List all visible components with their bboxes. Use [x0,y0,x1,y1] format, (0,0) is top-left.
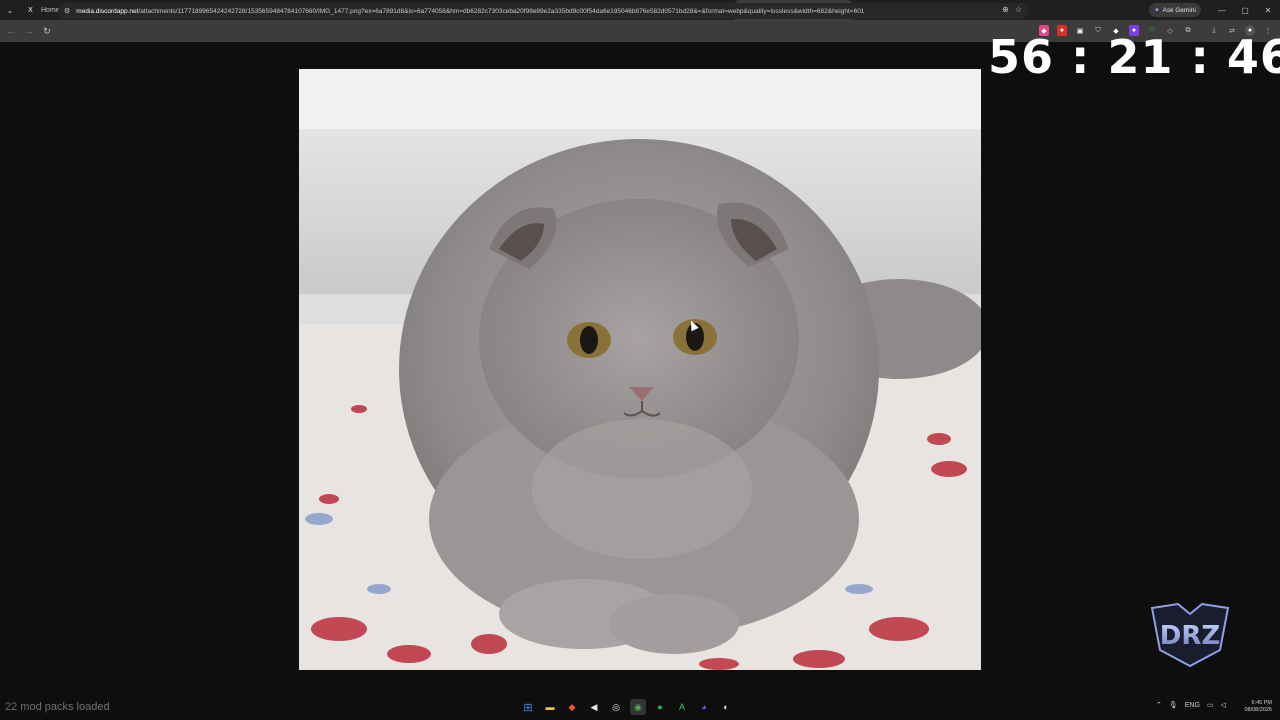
brave-browser-icon[interactable]: ◆ [564,699,580,715]
bookmark-star-icon[interactable]: ☆ [1015,5,1022,14]
taskbar-apps: ⊞ ▬ ◆ ◀ ◎ ◉ ● A ◕ ◐ [520,699,734,715]
ask-gemini-button[interactable]: ✦ Ask Gemini [1149,3,1201,17]
system-clock[interactable]: 6:45 PM 08/08/2026 [1244,700,1272,714]
address-bar[interactable]: ⚙ media.discordapp.net/attachments/11771… [58,3,1028,19]
zoom-icon[interactable]: ⊕ [1002,5,1009,14]
drz-logo: DRZ [1150,602,1230,668]
clock-date: 08/08/2026 [1244,707,1272,713]
url-text[interactable]: media.discordapp.net/attachments/1177189… [76,8,1028,15]
app-icon-2[interactable]: ◎ [608,699,624,715]
volume-icon[interactable]: ◁ [1221,701,1226,709]
app-icon-4[interactable]: ◐ [718,699,734,715]
microphone-icon[interactable]: 🎙 [1169,701,1178,709]
app-icon-1[interactable]: ◀ [586,699,602,715]
file-explorer-icon[interactable]: ▬ [542,699,558,715]
tab-search-icon[interactable]: ⌄ [0,0,20,20]
x-logo-icon: X [28,6,33,14]
app-icon-3[interactable]: A [674,699,690,715]
forward-icon[interactable]: → [20,20,38,42]
spotify-icon[interactable]: ● [652,699,668,715]
chevron-up-icon[interactable]: ⌃ [1156,701,1162,709]
cat-photo[interactable] [299,69,981,670]
drz-logo-text: DRZ [1160,621,1220,651]
minimize-icon[interactable]: — [1211,0,1233,20]
discord-icon[interactable]: ◕ [696,699,712,715]
gemini-sparkle-icon: ✦ [1154,7,1160,14]
language-indicator[interactable]: ENG [1185,702,1200,709]
clock-time: 6:45 PM [1251,700,1272,706]
stream-timer: 56 : 21 : 46 [988,30,1280,84]
back-icon[interactable]: ← [2,20,20,42]
maximize-icon[interactable]: ▢ [1234,0,1256,20]
close-window-icon[interactable]: ✕ [1257,0,1279,20]
scottish-fold-cat-illustration [299,69,981,670]
ask-gemini-label: Ask Gemini [1162,6,1196,14]
network-icon[interactable]: ▭ [1207,701,1214,709]
site-info-icon[interactable]: ⚙ [64,7,70,15]
reload-icon[interactable]: ↻ [38,20,56,42]
windows-start-icon[interactable]: ⊞ [520,699,536,715]
system-tray: ⌃ 🎙 ENG ▭ ◁ [1156,701,1226,710]
chrome-icon[interactable]: ◉ [630,699,646,715]
